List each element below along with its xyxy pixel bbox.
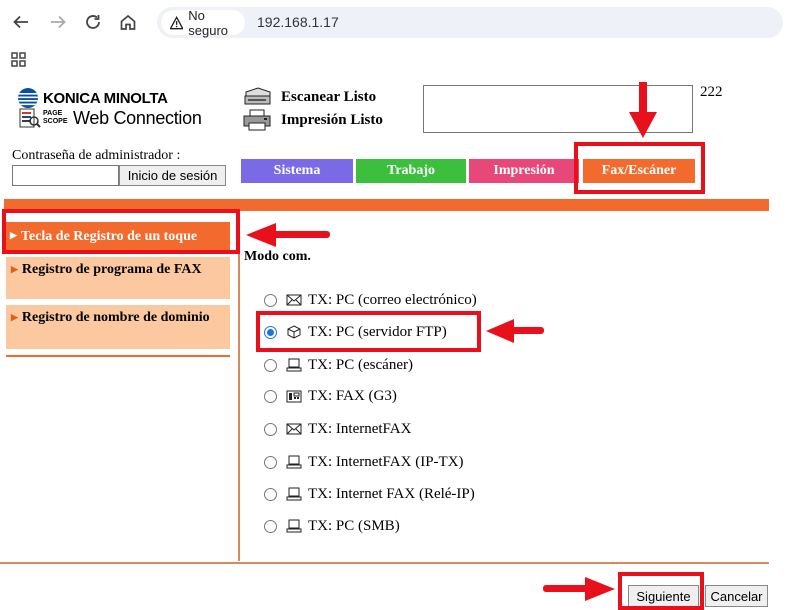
security-label: No seguro	[188, 7, 228, 38]
radio-button[interactable]	[264, 519, 277, 533]
tab-sistema[interactable]: Sistema	[241, 159, 353, 183]
apps-grid-icon[interactable]	[11, 52, 27, 68]
admin-password-label: Contraseña de administrador :	[12, 148, 181, 163]
menu-divider	[6, 355, 230, 357]
product-small-label: PAGE SCOPE	[43, 110, 68, 125]
radio-button[interactable]	[264, 455, 277, 469]
security-chip[interactable]: No seguro	[161, 7, 245, 38]
counter-value: 222	[700, 84, 723, 100]
highlight-box-menu	[2, 209, 240, 254]
radio-button[interactable]	[264, 293, 277, 307]
pagescope-icon	[19, 108, 41, 128]
highlight-box-fax-tab	[574, 142, 705, 194]
bookmarks-bar	[0, 44, 787, 76]
tab-impresion[interactable]: Impresión	[469, 159, 579, 183]
back-icon[interactable]	[9, 10, 33, 34]
address-bar[interactable]: No seguro 192.168.1.17	[157, 7, 783, 38]
url-text: 192.168.1.17	[257, 14, 339, 30]
scanner-icon	[244, 87, 271, 105]
warning-icon	[170, 15, 184, 29]
highlight-box-ftp-option	[256, 311, 481, 352]
fax-icon	[286, 390, 302, 403]
scanner-status: Escanear Listo	[242, 86, 376, 108]
option-label: TX: Internet FAX (Relé-IP)	[308, 485, 475, 502]
option-internetfax[interactable]: TX: InternetFAX	[264, 419, 411, 439]
menu-item-label: Registro de nombre de dominio	[21, 310, 210, 325]
triangle-icon: ▶	[11, 312, 18, 322]
product-name: Web Connection	[73, 107, 202, 128]
pagescope-logo: PAGE SCOPE Web Connection	[19, 107, 202, 129]
computer-icon	[286, 519, 302, 533]
option-label: TX: PC (escáner)	[308, 356, 413, 373]
option-internetfax-iptx[interactable]: TX: InternetFAX (IP-TX)	[264, 452, 464, 472]
option-pc-smb[interactable]: TX: PC (SMB)	[264, 516, 400, 536]
menu-item-registro-dominio[interactable]: ▶ Registro de nombre de dominio	[6, 305, 230, 349]
home-icon[interactable]	[116, 10, 140, 34]
printer-status: Impresión Listo	[242, 109, 383, 131]
radio-button[interactable]	[264, 422, 277, 436]
menu-item-registro-programa-fax[interactable]: ▶ Registro de programa de FAX	[6, 257, 230, 299]
option-label: TX: PC (SMB)	[308, 517, 400, 534]
arrow-left-icon	[486, 319, 544, 343]
option-label: TX: InternetFAX	[308, 420, 412, 437]
radio-button[interactable]	[264, 358, 277, 372]
computer-icon	[286, 358, 302, 372]
brand-name: KONICA MINOLTA	[43, 89, 168, 107]
printer-icon	[243, 109, 271, 131]
option-label: TX: PC (correo electrónico)	[308, 291, 477, 308]
menu-item-label: Registro de programa de FAX	[21, 262, 202, 277]
forward-icon[interactable]	[46, 10, 70, 34]
reload-icon[interactable]	[81, 10, 105, 34]
arrow-down-icon	[629, 82, 657, 138]
envelope-icon	[286, 294, 302, 306]
option-internetfax-relay[interactable]: TX: Internet FAX (Relé-IP)	[264, 484, 475, 504]
option-fax-g3[interactable]: TX: FAX (G3)	[264, 386, 397, 406]
arrow-left-icon	[246, 223, 330, 247]
radio-button[interactable]	[264, 389, 277, 403]
arrow-right-icon	[543, 577, 615, 601]
option-pc-email[interactable]: TX: PC (correo electrónico)	[264, 290, 477, 310]
cancel-button[interactable]: Cancelar	[705, 585, 768, 607]
computer-icon	[286, 455, 302, 469]
triangle-icon: ▶	[11, 264, 18, 274]
login-button[interactable]: Inicio de sesión	[119, 165, 226, 186]
bottom-divider	[0, 562, 769, 564]
option-label: TX: InternetFAX (IP-TX)	[308, 453, 464, 470]
radio-button[interactable]	[264, 487, 277, 501]
mode-label: Modo com.	[244, 249, 311, 264]
tab-trabajo[interactable]: Trabajo	[356, 159, 466, 183]
scan-status-text: Escanear Listo	[281, 88, 377, 105]
highlight-box-next-button	[618, 572, 704, 610]
envelope-icon	[286, 423, 302, 435]
option-pc-scanner[interactable]: TX: PC (escáner)	[264, 355, 413, 375]
option-label: TX: FAX (G3)	[308, 387, 397, 404]
admin-password-field[interactable]	[12, 165, 119, 186]
vertical-divider	[238, 212, 240, 561]
computer-icon	[286, 487, 302, 501]
print-status-text: Impresión Listo	[281, 111, 383, 128]
browser-toolbar: No seguro 192.168.1.17	[0, 0, 787, 44]
